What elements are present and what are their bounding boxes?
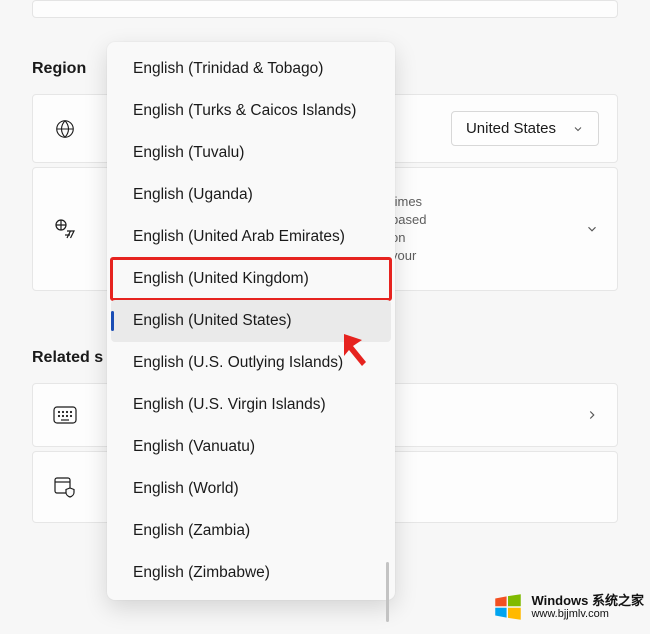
watermark-line2: www.bjjmlv.com	[531, 608, 644, 620]
dropdown-item[interactable]: English (Trinidad & Tobago)	[111, 48, 391, 90]
dropdown-item[interactable]: English (U.S. Outlying Islands)	[111, 342, 391, 384]
regional-format-dropdown-list[interactable]: English (Trinidad & Tobago)English (Turk…	[107, 42, 395, 600]
app-shield-icon	[51, 473, 79, 501]
keyboard-icon	[51, 401, 79, 429]
dropdown-item[interactable]: English (United Arab Emirates)	[111, 216, 391, 258]
chevron-down-icon	[572, 123, 584, 135]
dropdown-item[interactable]: English (Turks & Caicos Islands)	[111, 90, 391, 132]
chevron-down-icon	[585, 222, 599, 236]
dropdown-item[interactable]: English (World)	[111, 468, 391, 510]
windows-logo-icon	[491, 590, 525, 624]
dropdown-item[interactable]: English (Zambia)	[111, 510, 391, 552]
translate-icon	[51, 215, 79, 243]
country-dropdown[interactable]: United States	[451, 111, 599, 146]
card-placeholder-top	[32, 0, 618, 18]
dropdown-item[interactable]: English (Tuvalu)	[111, 132, 391, 174]
watermark: Windows 系统之家 www.bjjmlv.com	[491, 590, 644, 624]
dropdown-item[interactable]: English (United States)	[111, 300, 391, 342]
dropdown-item[interactable]: English (U.S. Virgin Islands)	[111, 384, 391, 426]
watermark-line1: Windows 系统之家	[531, 594, 644, 608]
country-value: United States	[466, 120, 556, 137]
dropdown-item[interactable]: English (Zimbabwe)	[111, 552, 391, 594]
chevron-right-icon	[585, 408, 599, 422]
scrollbar-thumb[interactable]	[386, 562, 389, 622]
dropdown-item[interactable]: English (Uganda)	[111, 174, 391, 216]
dropdown-item[interactable]: English (United Kingdom)	[111, 258, 391, 300]
dropdown-item[interactable]: English (Vanuatu)	[111, 426, 391, 468]
globe-icon	[51, 115, 79, 143]
